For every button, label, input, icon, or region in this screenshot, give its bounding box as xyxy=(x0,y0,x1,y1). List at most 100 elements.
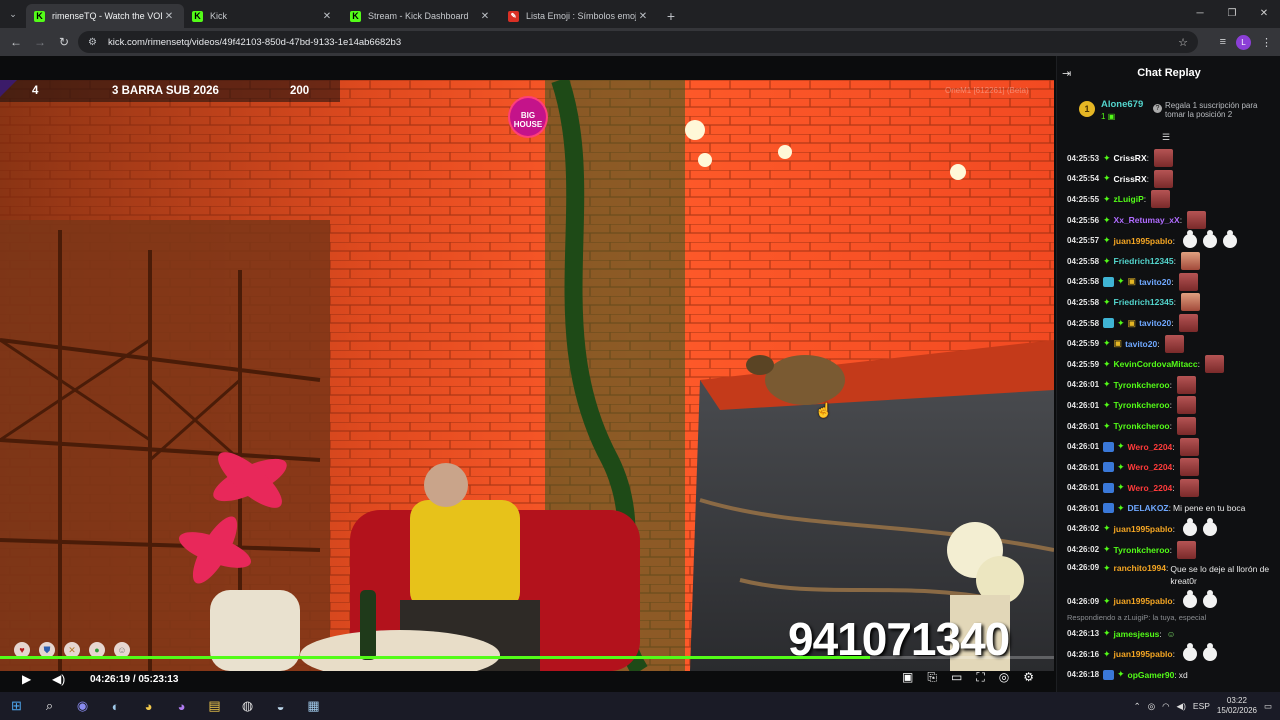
emote-icon[interactable] xyxy=(1164,334,1184,353)
bookmark-star-icon[interactable]: ☆ xyxy=(1178,36,1188,49)
fullscreen-icon[interactable]: ⛶ xyxy=(976,670,984,685)
emote-icon[interactable] xyxy=(1179,458,1199,477)
face-emote-icon[interactable] xyxy=(1180,293,1200,312)
emote-icon[interactable] xyxy=(1179,478,1199,497)
browser-tab[interactable]: ✎ Lista Emoji : Símbolos emoji na✕ xyxy=(500,4,658,28)
close-tab-icon[interactable]: ✕ xyxy=(320,11,334,22)
discord-icon[interactable]: ◉ xyxy=(66,692,99,720)
duck-emote-icon[interactable] xyxy=(1202,517,1217,536)
notepad-icon[interactable]: ▦ xyxy=(297,692,330,720)
settings-gear-icon[interactable]: ⚙ xyxy=(1023,670,1034,685)
duck-emote-icon[interactable] xyxy=(1222,229,1237,248)
browser-tab[interactable]: K Stream - Kick Dashboard ✕ xyxy=(342,4,500,28)
steam-icon[interactable]: ◐ xyxy=(99,692,132,720)
pinned-filter-icon[interactable]: ☰ xyxy=(1162,132,1170,143)
chat-username[interactable]: ranchito1994 xyxy=(1114,563,1166,573)
close-window-icon[interactable]: ✕ xyxy=(1248,0,1280,28)
duck-emote-icon[interactable] xyxy=(1182,643,1197,662)
emote-icon[interactable] xyxy=(1176,396,1196,415)
emote-icon[interactable] xyxy=(1205,355,1225,374)
chat-username[interactable]: Xx_Retumay_xX xyxy=(1114,215,1180,225)
tab-search-chevron-icon[interactable]: ⌄ xyxy=(0,0,26,28)
chat-username[interactable]: Tyronkcheroo xyxy=(1114,421,1170,431)
site-info-icon[interactable]: ⚙ xyxy=(88,37,102,48)
wifi-icon[interactable]: ◠ xyxy=(1162,701,1169,712)
restore-icon[interactable]: ❐ xyxy=(1216,0,1248,28)
reload-icon[interactable]: ↻ xyxy=(52,35,76,49)
playback-speed-icon[interactable]: ◎ xyxy=(999,670,1009,685)
chat-username[interactable]: Friedrich12345 xyxy=(1114,256,1174,266)
emote-icon[interactable] xyxy=(1154,169,1173,188)
chat-username[interactable]: juan1995pablo xyxy=(1114,596,1173,606)
chat-username[interactable]: Wero_2204 xyxy=(1128,442,1173,452)
forward-icon[interactable]: → xyxy=(28,35,52,49)
profile-avatar[interactable]: L xyxy=(1236,34,1251,50)
volume-tray-icon[interactable]: ◀) xyxy=(1177,701,1186,712)
chat-username[interactable]: Tyronkcheroo xyxy=(1114,400,1170,410)
system-clock[interactable]: 03:22 15/02/2026 xyxy=(1217,696,1257,716)
new-tab-button[interactable]: + xyxy=(658,4,684,28)
obs-icon[interactable]: ◍ xyxy=(231,692,264,720)
chat-username[interactable]: Wero_2204 xyxy=(1128,462,1173,472)
help-icon[interactable]: ? xyxy=(1153,104,1162,113)
chat-username[interactable]: DELAKOZ xyxy=(1128,503,1169,513)
smile-emote-icon[interactable]: ☺ xyxy=(1167,629,1176,639)
face-emote-icon[interactable] xyxy=(1180,252,1200,271)
chrome-profile-icon[interactable]: ◕ xyxy=(165,692,198,720)
chat-username[interactable]: jamesjesus xyxy=(1114,629,1160,639)
chat-username[interactable]: KevinCordovaMitacc xyxy=(1114,359,1198,369)
miniplayer-icon[interactable]: ▣ xyxy=(902,670,913,685)
duck-emote-icon[interactable] xyxy=(1182,590,1197,609)
emote-icon[interactable] xyxy=(1154,149,1173,168)
close-tab-icon[interactable]: ✕ xyxy=(162,11,176,22)
leaderboard-user[interactable]: Alone679 xyxy=(1101,99,1143,110)
chat-username[interactable]: CrissRX xyxy=(1114,174,1147,184)
duck-emote-icon[interactable] xyxy=(1202,590,1217,609)
media-control-icon[interactable]: ≡ xyxy=(1220,36,1226,48)
search-icon[interactable]: ⌕ xyxy=(33,692,66,720)
emote-icon[interactable] xyxy=(1179,437,1199,456)
chat-username[interactable]: juan1995pablo xyxy=(1114,649,1173,659)
emote-icon[interactable] xyxy=(1178,272,1198,291)
chrome-icon[interactable]: ◕ xyxy=(132,692,165,720)
chat-username[interactable]: zLuigiP xyxy=(1114,194,1144,204)
chat-username[interactable]: juan1995pablo xyxy=(1114,236,1173,246)
duck-emote-icon[interactable] xyxy=(1202,229,1217,248)
language-indicator[interactable]: ESP xyxy=(1193,701,1210,711)
emote-icon[interactable] xyxy=(1187,211,1207,230)
video-player[interactable] xyxy=(0,80,1054,671)
video-progress-bar[interactable] xyxy=(0,656,1054,659)
chat-username[interactable]: tavito20 xyxy=(1139,277,1171,287)
app-icon[interactable]: ◒ xyxy=(264,692,297,720)
tray-app-icon[interactable]: ◎ xyxy=(1148,701,1155,712)
chat-username[interactable]: tavito20 xyxy=(1139,318,1171,328)
close-tab-icon[interactable]: ✕ xyxy=(478,11,492,22)
close-tab-icon[interactable]: ✕ xyxy=(636,11,650,22)
browser-tab[interactable]: KrimenseTQ - Watch the VOD o ✕ xyxy=(26,4,184,28)
theater-mode-icon[interactable]: ▭ xyxy=(951,670,962,685)
emote-icon[interactable] xyxy=(1176,417,1196,436)
volume-icon[interactable]: ◀) xyxy=(52,672,70,686)
browser-tab[interactable]: K Kick ✕ xyxy=(184,4,342,28)
chat-username[interactable]: CrissRX xyxy=(1114,153,1147,163)
address-bar[interactable]: ⚙ kick.com/rimensetq/videos/49f42103-850… xyxy=(78,31,1198,53)
chat-username[interactable]: juan1995pablo xyxy=(1114,524,1173,534)
back-icon[interactable]: ← xyxy=(4,35,28,49)
chat-username[interactable]: Tyronkcheroo xyxy=(1114,380,1170,390)
emote-icon[interactable] xyxy=(1178,314,1198,333)
emote-icon[interactable] xyxy=(1176,375,1196,394)
emote-icon[interactable] xyxy=(1176,540,1196,559)
chat-username[interactable]: Wero_2204 xyxy=(1128,483,1173,493)
chat-username[interactable]: opGamer90 xyxy=(1128,670,1175,680)
chat-username[interactable]: tavito20 xyxy=(1125,339,1157,349)
tray-chevron-icon[interactable]: ⌃ xyxy=(1134,701,1141,712)
chat-username[interactable]: Friedrich12345 xyxy=(1114,297,1174,307)
emote-icon[interactable] xyxy=(1151,190,1171,209)
duck-emote-icon[interactable] xyxy=(1182,517,1197,536)
minimize-icon[interactable]: ─ xyxy=(1184,0,1216,28)
notifications-icon[interactable]: ▭ xyxy=(1264,701,1272,712)
duck-emote-icon[interactable] xyxy=(1182,229,1197,248)
browser-menu-icon[interactable]: ⋮ xyxy=(1261,36,1272,49)
play-icon[interactable]: ▶ xyxy=(22,672,40,686)
file-explorer-icon[interactable]: ▤ xyxy=(198,692,231,720)
